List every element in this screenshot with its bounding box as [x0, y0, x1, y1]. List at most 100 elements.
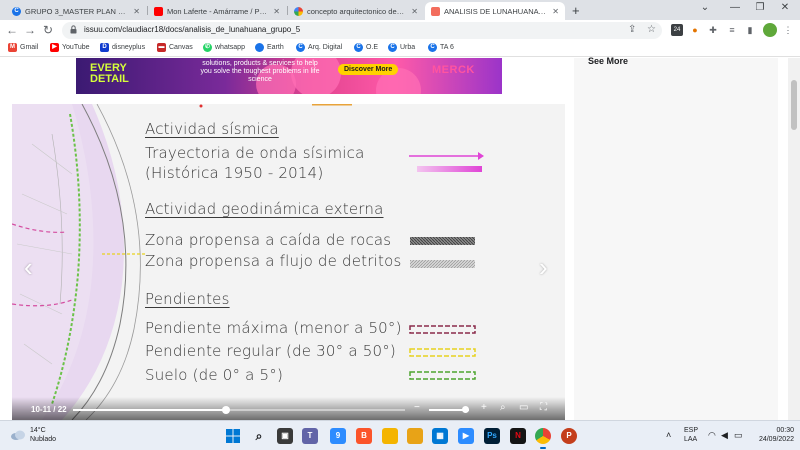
battery-icon[interactable]: ▭ — [734, 430, 743, 441]
ad-headline: EVERY DETAIL — [90, 62, 129, 85]
bookmark-label: whatsapp — [215, 44, 245, 51]
reload-button[interactable]: ↻ — [41, 23, 55, 37]
zoom-in-icon[interactable]: + — [481, 402, 487, 413]
menu-icon[interactable]: ⋮ — [782, 24, 794, 36]
legend-text: (Histórica 1950 - 2014) — [145, 164, 324, 182]
bookmark-canvas[interactable]: ▬ Canvas — [157, 43, 193, 52]
bookmark-youtube[interactable]: ▶ YouTube — [50, 43, 90, 52]
netflix-icon[interactable]: N — [510, 428, 526, 444]
tab-concepto[interactable]: concepto arquitectonico de fluid ✕ — [288, 2, 424, 20]
folder-icon[interactable] — [382, 428, 398, 444]
weather-description[interactable]: Nublado — [30, 436, 56, 443]
cloud-icon — [11, 430, 25, 440]
progress-fill — [73, 409, 226, 411]
bookmark-label: Arq. Digital — [308, 44, 343, 51]
windows-icon[interactable] — [225, 428, 241, 444]
bookmark-star-icon[interactable]: ☆ — [647, 24, 656, 35]
share-icon[interactable]: ⇪ — [628, 24, 636, 35]
keyboard-language[interactable]: ESP — [684, 427, 698, 434]
scrollbar-thumb[interactable] — [791, 80, 797, 130]
bookmark-label: Urba — [400, 44, 416, 51]
page-content: See More EVERY DETAIL solutions, product… — [0, 56, 800, 420]
volume-icon[interactable]: ◀ — [721, 430, 728, 441]
powerpoint-icon[interactable]: P — [561, 428, 577, 444]
youtube-icon — [154, 6, 163, 16]
bookmark-urba[interactable]: C Urba — [388, 43, 415, 52]
tab-search-icon[interactable]: ⌄ — [690, 2, 720, 13]
search-icon[interactable]: ⌕ — [251, 428, 267, 444]
tab-grupo3[interactable]: C GRUPO 3_MASTER PLAN - 5961 ✕ — [6, 2, 146, 20]
profile-avatar[interactable] — [763, 23, 777, 37]
ad-brand-logo: MERCK — [432, 64, 475, 76]
close-icon[interactable]: ✕ — [552, 7, 559, 16]
see-more-link[interactable]: See More — [588, 56, 628, 66]
new-tab-button[interactable]: + — [572, 3, 580, 18]
ad-banner[interactable]: EVERY DETAIL solutions, products & servi… — [76, 58, 502, 94]
progress-handle[interactable] — [221, 406, 230, 414]
heading-actividad-geodinamica: Actividad geodinámica externa — [145, 200, 384, 218]
tab-strip: C GRUPO 3_MASTER PLAN - 5961 ✕ Mon Lafer… — [0, 0, 800, 20]
clock-time[interactable]: 00:30 — [760, 427, 794, 434]
wifi-icon[interactable]: ◠ — [708, 430, 716, 441]
bookmark-label: YouTube — [62, 44, 90, 51]
tab-title: ANALISIS DE LUNAHUANA by Cl — [444, 6, 547, 16]
bookmark-oe[interactable]: C O.E — [354, 43, 378, 52]
tab-title: concepto arquitectonico de fluid — [307, 6, 406, 16]
zoom-out-icon[interactable]: − — [414, 402, 420, 413]
extensions-puzzle-icon[interactable]: ✚ — [707, 24, 719, 36]
zoom-icon[interactable]: ▶ — [458, 428, 474, 444]
bookmark-label: TA 6 — [440, 44, 454, 51]
page-progress-bar[interactable] — [73, 406, 405, 414]
chrome-icon[interactable] — [535, 428, 551, 449]
forward-button[interactable]: → — [23, 23, 37, 37]
canvas-icon: ▬ — [157, 43, 166, 52]
weather-temperature[interactable]: 14°C — [30, 427, 46, 434]
zoom-badge-icon[interactable]: 9 — [330, 428, 346, 444]
google-icon — [294, 6, 303, 16]
keyboard-region[interactable]: LAA — [684, 436, 697, 443]
zoom-slider[interactable] — [429, 406, 469, 413]
files-icon[interactable] — [407, 428, 423, 444]
close-icon[interactable]: ✕ — [133, 7, 140, 16]
legend-text: Pendiente máxima (menor a 50°) — [145, 319, 402, 337]
close-icon[interactable]: ✕ — [273, 7, 280, 16]
extension-badge[interactable]: 24 — [671, 24, 683, 36]
tab-title: GRUPO 3_MASTER PLAN - 5961 — [25, 6, 127, 16]
brave-icon[interactable]: B — [356, 428, 372, 444]
search-icon[interactable]: ⌕ — [500, 402, 506, 413]
zoom-handle[interactable] — [462, 406, 469, 413]
side-panel-icon[interactable]: ▮ — [744, 24, 756, 36]
windows-logo — [226, 429, 240, 443]
bookmark-disneyplus[interactable]: D disneyplus — [100, 43, 145, 52]
close-icon[interactable]: ✕ — [411, 7, 418, 16]
browser-toolbar: ← → ↻ issuu.com/claudiacr18/docs/analisi… — [0, 20, 800, 41]
address-bar[interactable]: issuu.com/claudiacr18/docs/analisis_de_l… — [62, 22, 662, 39]
bookmark-ta6[interactable]: C TA 6 — [428, 43, 454, 52]
next-page-arrow[interactable]: › — [539, 252, 548, 283]
photoshop-icon[interactable]: Ps — [484, 428, 500, 444]
bookmark-whatsapp[interactable]: ✆ whatsapp — [203, 43, 245, 52]
tray-overflow-icon[interactable]: ˄ — [666, 430, 671, 440]
previous-page-arrow[interactable]: ‹ — [24, 252, 33, 283]
heading-pendientes: Pendientes — [145, 290, 230, 308]
legend-text: Zona propensa a flujo de detritos — [145, 252, 402, 270]
tab-analisis-lunahuana[interactable]: ANALISIS DE LUNAHUANA by Cl ✕ — [425, 2, 565, 20]
store-icon[interactable]: ▦ — [432, 428, 448, 444]
ad-cta-button[interactable]: Discover More — [338, 64, 399, 75]
bookmark-label: Canvas — [169, 44, 193, 51]
single-page-view-icon[interactable]: ▭ — [519, 402, 528, 413]
fullscreen-icon[interactable]: ⛶ — [540, 402, 547, 413]
bookmark-earth[interactable]: Earth — [255, 43, 284, 52]
bookmark-gmail[interactable]: M Gmail — [8, 43, 38, 52]
tab-mon-laferte[interactable]: Mon Laferte - Amárrame / Pa'Dó ✕ — [148, 2, 286, 20]
media-queue-icon[interactable]: ≡ — [726, 24, 738, 36]
task-view-icon[interactable]: ▣ — [277, 428, 293, 444]
extension-cookie-icon[interactable]: ● — [689, 24, 701, 36]
ad-body: solutions, products & services to help y… — [200, 60, 320, 83]
close-window-button[interactable]: ✕ — [770, 2, 800, 13]
teams-icon[interactable]: T — [302, 428, 318, 444]
document-viewer[interactable]: Actividad sísmica Trayectoria de onda sí… — [12, 104, 565, 420]
back-button[interactable]: ← — [5, 23, 19, 37]
clock-date[interactable]: 24/09/2022 — [750, 436, 794, 443]
bookmark-arq-digital[interactable]: C Arq. Digital — [296, 43, 342, 52]
